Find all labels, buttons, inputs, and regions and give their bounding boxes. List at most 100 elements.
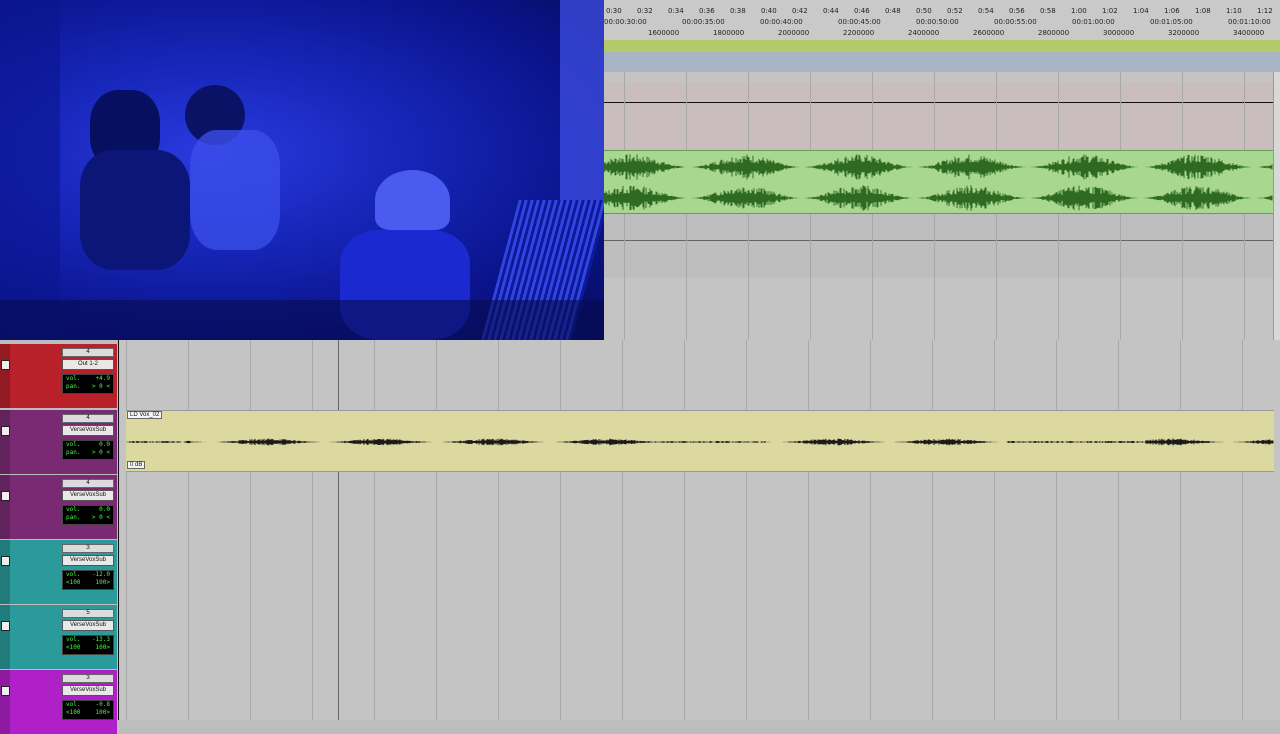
ruler-tick-label: 2600000 xyxy=(973,29,1005,37)
vol-value: 0.0 xyxy=(99,441,110,448)
track-header[interactable]: 5 VerseVoxSub vol. -13.3 <100 100> xyxy=(0,605,117,669)
track-output-selector[interactable]: VerseVoxSub xyxy=(62,620,114,631)
pan-label: pan. xyxy=(66,383,81,390)
ruler-tick-label: 0:40 xyxy=(761,7,777,15)
vol-label: vol. xyxy=(66,506,81,513)
track-header[interactable]: 3 VerseVoxSub vol. -12.0 <100 100> xyxy=(0,540,117,604)
vol-value: -13.3 xyxy=(91,636,110,643)
ruler-tick-label: 0:30 xyxy=(606,7,622,15)
volume-pan-readout[interactable]: vol. -12.0 <100 100> xyxy=(62,570,114,590)
track-header[interactable]: 4 VerseVoxSub vol. 0.0 pan. > 0 < xyxy=(0,475,117,539)
track-output-selector[interactable]: VerseVoxSub xyxy=(62,685,114,696)
ruler-tick-label: 00:01:00:00 xyxy=(1072,18,1115,26)
timeline-lower[interactable] xyxy=(118,340,1280,720)
track-number-button[interactable]: 4 xyxy=(62,348,114,357)
ruler-tick-label: 2400000 xyxy=(908,29,940,37)
track-divider xyxy=(604,102,1273,103)
track-header[interactable]: 4 VerseVoxSub vol. 0.0 pan. > 0 < xyxy=(0,410,117,474)
record-enable-button[interactable] xyxy=(1,686,10,696)
track-side-strip xyxy=(0,540,10,604)
timeline-ruler[interactable]: 0:30 0:32 0:34 0:36 0:38 0:40 0:42 0:44 0:46 0:48… xyxy=(604,0,1280,41)
ruler-tick-label: 0:44 xyxy=(823,7,839,15)
audio-clip-top[interactable] xyxy=(603,150,1273,214)
pan-label: pan. xyxy=(66,449,81,456)
track-header[interactable]: 4 Out 1-2 vol. +4.9 pan. > 0 < xyxy=(0,344,117,408)
vol-label: vol. xyxy=(66,571,81,578)
grid-line xyxy=(994,340,995,720)
marker-ruler[interactable] xyxy=(604,52,1280,72)
track-number-button[interactable]: 4 xyxy=(62,479,114,488)
ruler-tick-label: 1:12 xyxy=(1257,7,1273,15)
record-enable-button[interactable] xyxy=(1,556,10,566)
grid-line xyxy=(188,340,189,720)
track-output-selector[interactable]: VerseVoxSub xyxy=(62,425,114,436)
audio-clip-lead-vox[interactable]: LD Vox_02 0 dB xyxy=(125,410,1274,472)
ruler-tick-label: 0:42 xyxy=(792,7,808,15)
ruler-tick-label: 00:01:05:00 xyxy=(1150,18,1193,26)
track-output-selector[interactable]: Out 1-2 xyxy=(62,359,114,370)
volume-pan-readout[interactable]: vol. -13.3 <100 100> xyxy=(62,635,114,655)
ruler-tick-label: 0:34 xyxy=(668,7,684,15)
ruler-tick-label: 2000000 xyxy=(778,29,810,37)
grid-line xyxy=(126,340,127,720)
track-side-strip xyxy=(0,670,10,734)
vertical-scrollbar[interactable] xyxy=(1273,72,1280,340)
waveform xyxy=(603,154,1273,211)
volume-pan-readout[interactable]: vol. 0.0 pan. > 0 < xyxy=(62,440,114,460)
ruler-tick-label: 1:08 xyxy=(1195,7,1211,15)
ruler-tick-label: 2200000 xyxy=(843,29,875,37)
track-output-selector[interactable]: VerseVoxSub xyxy=(62,490,114,501)
ruler-tick-label: 0:38 xyxy=(730,7,746,15)
ruler-tick-label: 1800000 xyxy=(713,29,745,37)
track-lane-band xyxy=(604,82,1273,150)
track-number-button[interactable]: 5 xyxy=(62,609,114,618)
ruler-tick-label: 0:54 xyxy=(978,7,994,15)
vol-value: 0.0 xyxy=(99,506,110,513)
track-output-selector[interactable]: VerseVoxSub xyxy=(62,555,114,566)
grid-line xyxy=(1242,340,1243,720)
grid-line xyxy=(560,340,561,720)
video-overlay xyxy=(0,0,604,340)
selection-range-bar[interactable] xyxy=(604,40,1280,52)
grid-line xyxy=(498,340,499,720)
ruler-tick-label: 00:00:30:00 xyxy=(604,18,647,26)
volume-pan-readout[interactable]: vol. -0.8 <100 100> xyxy=(62,700,114,720)
waveform xyxy=(125,438,1274,446)
ruler-tick-label: 3400000 xyxy=(1233,29,1265,37)
volume-pan-readout[interactable]: vol. +4.9 pan. > 0 < xyxy=(62,374,114,394)
pan-value: > 0 < xyxy=(91,514,110,521)
ruler-tick-label: 00:01:10:00 xyxy=(1228,18,1271,26)
grid-line xyxy=(436,340,437,720)
record-enable-button[interactable] xyxy=(1,491,10,501)
ruler-tick-label: 3200000 xyxy=(1168,29,1200,37)
ruler-tick-label: 1:06 xyxy=(1164,7,1180,15)
pan-value: 100> xyxy=(95,579,110,586)
ruler-tick-label: 00:00:35:00 xyxy=(682,18,725,26)
vol-label: vol. xyxy=(66,636,81,643)
grid-line xyxy=(250,340,251,720)
vol-label: vol. xyxy=(66,441,81,448)
pan-label: <100 xyxy=(66,579,81,586)
ruler-tick-label: 0:52 xyxy=(947,7,963,15)
track-side-strip xyxy=(0,344,10,408)
track-number-button[interactable]: 3 xyxy=(62,544,114,553)
ruler-tick-label: 1600000 xyxy=(648,29,680,37)
volume-pan-readout[interactable]: vol. 0.0 pan. > 0 < xyxy=(62,505,114,525)
record-enable-button[interactable] xyxy=(1,426,10,436)
grid-line xyxy=(1118,340,1119,720)
clip-name-label: LD Vox_02 xyxy=(127,411,163,419)
ruler-tick-label: 0:46 xyxy=(854,7,870,15)
track-side-strip xyxy=(0,605,10,669)
record-enable-button[interactable] xyxy=(1,360,10,370)
ruler-tick-label: 0:58 xyxy=(1040,7,1056,15)
record-enable-button[interactable] xyxy=(1,621,10,631)
track-number-button[interactable]: 4 xyxy=(62,414,114,423)
track-header[interactable]: 3 VerseVoxSub vol. -0.8 <100 100> xyxy=(0,670,117,734)
clip-gain-label[interactable]: 0 dB xyxy=(127,461,146,469)
track-side-strip xyxy=(0,475,10,539)
track-number-button[interactable]: 3 xyxy=(62,674,114,683)
pan-value: 100> xyxy=(95,709,110,716)
ruler-tick-label: 1:04 xyxy=(1133,7,1149,15)
ruler-tick-label: 00:00:55:00 xyxy=(994,18,1037,26)
grid-line xyxy=(374,340,375,720)
